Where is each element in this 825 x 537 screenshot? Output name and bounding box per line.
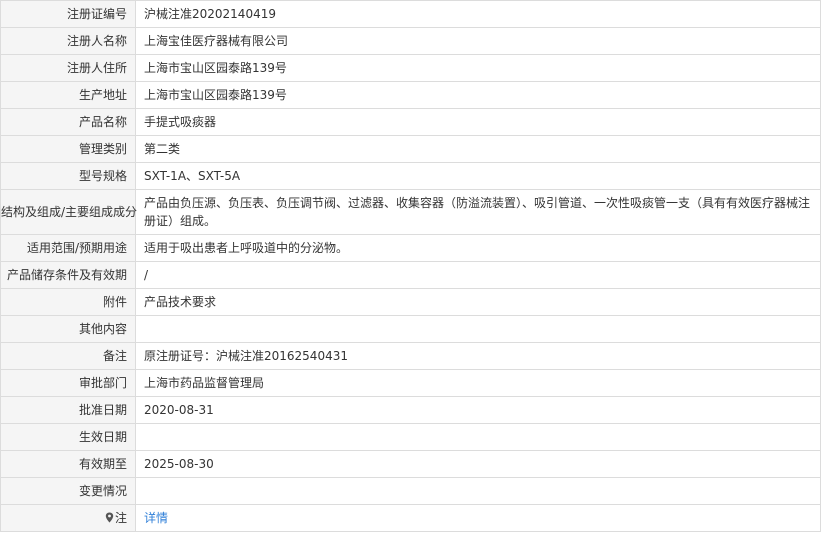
- row-note: 注 详情: [0, 504, 821, 532]
- row-label-note: 注: [0, 504, 136, 532]
- row-label: 管理类别: [0, 135, 136, 163]
- row-registration-number: 注册证编号 沪械注准20202140419: [0, 0, 821, 28]
- row-label: 有效期至: [0, 450, 136, 478]
- row-value-note: 详情: [135, 504, 821, 532]
- row-product-name: 产品名称 手提式吸痰器: [0, 108, 821, 136]
- row-label: 批准日期: [0, 396, 136, 424]
- row-approval-department: 审批部门 上海市药品监督管理局: [0, 369, 821, 397]
- row-label: 注册证编号: [0, 0, 136, 28]
- note-label: 注: [114, 511, 127, 525]
- row-structure-composition: 结构及组成/主要组成成分 产品由负压源、负压表、负压调节阀、过滤器、收集容器（防…: [0, 189, 821, 235]
- row-value: 2020-08-31: [135, 396, 821, 424]
- row-label: 适用范围/预期用途: [0, 234, 136, 262]
- row-value: 上海市宝山区园泰路139号: [135, 54, 821, 82]
- row-value: 上海市宝山区园泰路139号: [135, 81, 821, 109]
- row-label: 生效日期: [0, 423, 136, 451]
- row-value: /: [135, 261, 821, 289]
- row-value: 原注册证号：沪械注准20162540431: [135, 342, 821, 370]
- row-management-category: 管理类别 第二类: [0, 135, 821, 163]
- row-value: 适用于吸出患者上呼吸道中的分泌物。: [135, 234, 821, 262]
- row-model-spec: 型号规格 SXT-1A、SXT-5A: [0, 162, 821, 190]
- row-label: 备注: [0, 342, 136, 370]
- row-value: 2025-08-30: [135, 450, 821, 478]
- row-label: 产品名称: [0, 108, 136, 136]
- row-value: 沪械注准20202140419: [135, 0, 821, 28]
- row-valid-until: 有效期至 2025-08-30: [0, 450, 821, 478]
- row-label: 注册人名称: [0, 27, 136, 55]
- map-pin-icon: [105, 512, 114, 523]
- row-label: 注册人住所: [0, 54, 136, 82]
- row-value: 产品由负压源、负压表、负压调节阀、过滤器、收集容器（防溢流装置）、吸引管道、一次…: [135, 189, 821, 235]
- row-production-address: 生产地址 上海市宝山区园泰路139号: [0, 81, 821, 109]
- row-label: 审批部门: [0, 369, 136, 397]
- row-label: 产品储存条件及有效期: [0, 261, 136, 289]
- row-value: [135, 477, 821, 505]
- row-remarks: 备注 原注册证号：沪械注准20162540431: [0, 342, 821, 370]
- row-storage-validity: 产品储存条件及有效期 /: [0, 261, 821, 289]
- row-label: 型号规格: [0, 162, 136, 190]
- row-approval-date: 批准日期 2020-08-31: [0, 396, 821, 424]
- row-label: 其他内容: [0, 315, 136, 343]
- row-registrant-name: 注册人名称 上海宝佳医疗器械有限公司: [0, 27, 821, 55]
- row-effective-date: 生效日期: [0, 423, 821, 451]
- row-registrant-address: 注册人住所 上海市宝山区园泰路139号: [0, 54, 821, 82]
- registration-detail-table: 注册证编号 沪械注准20202140419 注册人名称 上海宝佳医疗器械有限公司…: [0, 0, 821, 532]
- row-change-history: 变更情况: [0, 477, 821, 505]
- row-value: 产品技术要求: [135, 288, 821, 316]
- row-attachment: 附件 产品技术要求: [0, 288, 821, 316]
- row-value: 上海宝佳医疗器械有限公司: [135, 27, 821, 55]
- row-label: 附件: [0, 288, 136, 316]
- row-label: 生产地址: [0, 81, 136, 109]
- row-value: [135, 315, 821, 343]
- row-value: SXT-1A、SXT-5A: [135, 162, 821, 190]
- row-label: 变更情况: [0, 477, 136, 505]
- row-label: 结构及组成/主要组成成分: [0, 189, 137, 235]
- row-intended-use: 适用范围/预期用途 适用于吸出患者上呼吸道中的分泌物。: [0, 234, 821, 262]
- row-value: 手提式吸痰器: [135, 108, 821, 136]
- row-other-content: 其他内容: [0, 315, 821, 343]
- row-value: 第二类: [135, 135, 821, 163]
- row-value: [135, 423, 821, 451]
- details-link[interactable]: 详情: [144, 511, 168, 525]
- row-value: 上海市药品监督管理局: [135, 369, 821, 397]
